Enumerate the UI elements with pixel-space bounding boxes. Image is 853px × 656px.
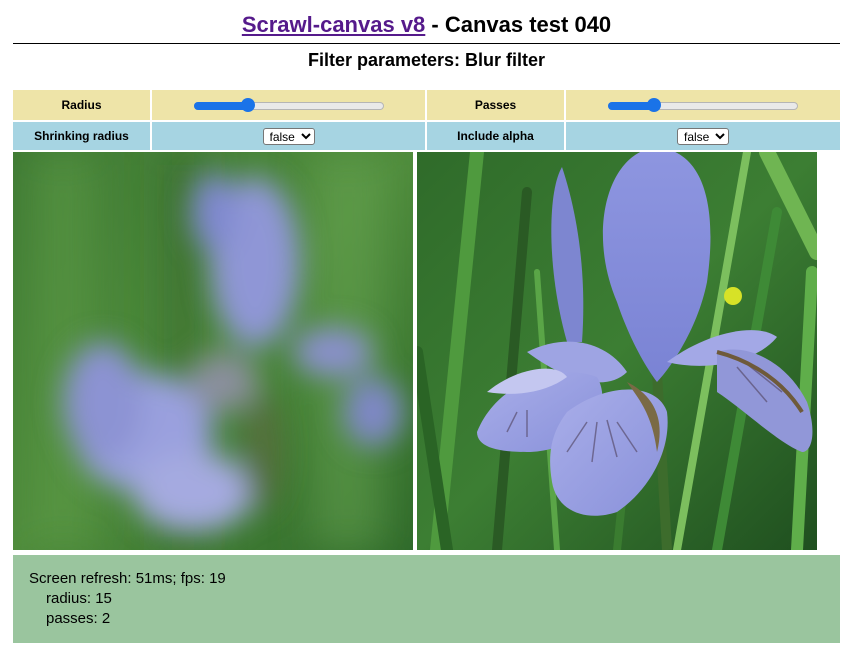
page-title-suffix: - Canvas test 040 [425,12,612,37]
controls-table: Radius Passes Shrinking radius false Inc… [13,90,840,150]
passes-label: Passes [427,90,564,120]
radius-slider-thumb[interactable] [241,98,256,112]
title-divider [13,43,840,44]
radius-slider[interactable] [193,98,384,112]
passes-slider-thumb[interactable] [646,98,661,112]
passes-slider[interactable] [608,98,798,112]
scrawl-canvas-link[interactable]: Scrawl-canvas v8 [242,12,425,37]
page: Scrawl-canvas v8 - Canvas test 040 Filte… [0,0,853,656]
shrinking-radius-select[interactable]: false [262,127,315,145]
radius-report: radius: 15 [46,590,112,607]
report-panel: Screen refresh: 51ms; fps: 19 radius: 15… [13,555,840,643]
shrinking-radius-cell: false [152,122,425,150]
source-canvas[interactable] [417,152,817,550]
page-title: Scrawl-canvas v8 - Canvas test 040 [0,10,853,40]
radius-cell [152,90,425,120]
include-alpha-label: Include alpha [427,122,564,150]
shrinking-radius-label: Shrinking radius [13,122,150,150]
include-alpha-cell: false [566,122,840,150]
passes-report: passes: 2 [46,610,111,627]
radius-label: Radius [13,90,150,120]
include-alpha-select[interactable]: false [677,127,729,145]
blurred-iris-image [13,152,413,550]
refresh-report: Screen refresh: 51ms; fps: 19 [29,570,226,587]
radius-slider-fill [193,102,249,110]
passes-cell [566,90,840,120]
filter-subtitle: Filter parameters: Blur filter [307,50,546,70]
iris-image [417,152,817,550]
blurred-canvas[interactable] [13,152,413,550]
